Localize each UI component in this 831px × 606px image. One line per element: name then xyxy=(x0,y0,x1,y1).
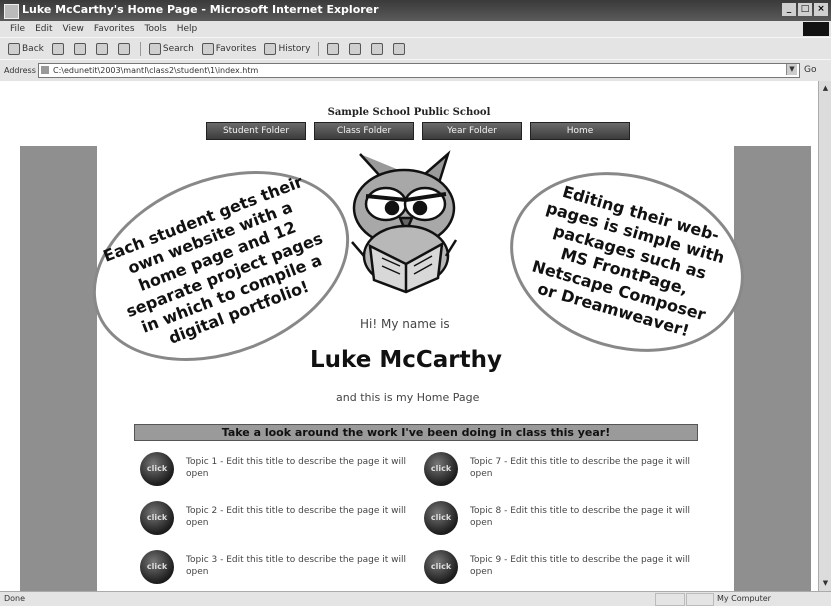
print-icon xyxy=(349,43,362,55)
address-bar: Address C:\edunetit\2003\mantl\class2\st… xyxy=(0,59,831,82)
scroll-down-icon[interactable]: ▼ xyxy=(820,578,831,589)
student-name: Luke McCarthy xyxy=(310,347,502,373)
work-banner: Take a look around the work I've been do… xyxy=(134,424,698,441)
minimize-button[interactable]: _ xyxy=(782,3,796,16)
back-arrow-icon xyxy=(8,43,20,55)
toolbar-separator xyxy=(139,42,141,56)
menu-bar: File Edit View Favorites Tools Help xyxy=(0,21,831,37)
callout-right-text: Editing their web-pages is simple with p… xyxy=(529,181,727,341)
nav-student-folder[interactable]: Student Folder xyxy=(206,122,306,140)
search-button[interactable]: Search xyxy=(148,43,194,55)
history-icon xyxy=(264,43,277,55)
standard-toolbar: Back Search Favorites History xyxy=(0,37,831,60)
status-text: Done xyxy=(4,594,26,603)
history-label: History xyxy=(278,44,311,54)
topic-title: Topic 2 - Edit this title to describe th… xyxy=(186,506,407,528)
school-name: Sample School Public School xyxy=(327,107,491,118)
topic-title: Topic 1 - Edit this title to describe th… xyxy=(186,457,407,479)
mail-icon xyxy=(327,43,340,55)
topic-disc-icon: click xyxy=(424,550,458,584)
left-gutter xyxy=(20,146,97,591)
menu-file[interactable]: File xyxy=(10,24,25,34)
topic-link-1[interactable]: click Topic 1 - Edit this title to descr… xyxy=(140,452,416,486)
address-label: Address xyxy=(4,66,36,75)
go-button[interactable]: Go xyxy=(804,65,816,75)
topic-disc-icon: click xyxy=(424,452,458,486)
edit-button[interactable] xyxy=(371,43,385,55)
owl-reading-book-icon xyxy=(351,150,458,294)
topic-link-3[interactable]: click Topic 3 - Edit this title to descr… xyxy=(140,550,416,584)
ie-app-icon xyxy=(4,4,19,19)
favorites-label: Favorites xyxy=(215,44,257,54)
topic-disc-icon: click xyxy=(140,501,174,535)
back-label: Back xyxy=(22,44,44,54)
favorites-icon xyxy=(201,43,214,55)
refresh-button[interactable] xyxy=(95,43,110,55)
topic-disc-icon: click xyxy=(140,452,174,486)
home-button[interactable] xyxy=(117,43,132,55)
vertical-scrollbar[interactable]: ▲ ▼ xyxy=(818,81,831,591)
right-gutter xyxy=(734,146,811,591)
favorites-button[interactable]: Favorites xyxy=(201,43,257,55)
topic-link-9[interactable]: click Topic 9 - Edit this title to descr… xyxy=(424,550,700,584)
topic-disc-icon: click xyxy=(424,501,458,535)
forward-button[interactable] xyxy=(51,43,66,55)
page-nav: Student Folder Class Folder Year Folder … xyxy=(206,122,630,140)
stop-button[interactable] xyxy=(73,43,88,55)
search-label: Search xyxy=(162,44,194,54)
nav-year-folder[interactable]: Year Folder xyxy=(422,122,522,140)
topic-title: Topic 7 - Edit this title to describe th… xyxy=(470,457,691,479)
status-cell xyxy=(686,593,714,606)
mail-button[interactable] xyxy=(327,43,341,55)
history-button[interactable]: History xyxy=(264,43,310,55)
window-title: Luke McCarthy's Home Page - Microsoft In… xyxy=(22,3,379,16)
discuss-button[interactable] xyxy=(393,43,407,55)
status-bar: Done My Computer xyxy=(0,591,831,606)
menu-favorites[interactable]: Favorites xyxy=(94,24,135,34)
topic-title: Topic 8 - Edit this title to describe th… xyxy=(470,506,691,528)
maximize-button[interactable]: □ xyxy=(798,3,812,16)
search-icon xyxy=(148,43,161,55)
forward-arrow-icon xyxy=(51,43,64,55)
menu-tools[interactable]: Tools xyxy=(145,24,167,34)
toolbar-separator xyxy=(318,42,320,56)
back-button[interactable]: Back xyxy=(8,43,44,55)
menu-edit[interactable]: Edit xyxy=(35,24,52,34)
page-icon xyxy=(41,66,49,74)
topic-link-2[interactable]: click Topic 2 - Edit this title to descr… xyxy=(140,501,416,535)
status-cell xyxy=(655,593,685,606)
nav-class-folder[interactable]: Class Folder xyxy=(314,122,414,140)
windows-logo-icon xyxy=(803,22,829,36)
greeting-text: Hi! My name is xyxy=(360,317,450,331)
edit-icon xyxy=(371,43,384,55)
address-input[interactable]: C:\edunetit\2003\mantl\class2\student\1\… xyxy=(38,63,800,78)
topic-link-7[interactable]: click Topic 7 - Edit this title to descr… xyxy=(424,452,700,486)
menu-help[interactable]: Help xyxy=(177,24,198,34)
topic-title: Topic 9 - Edit this title to describe th… xyxy=(470,555,691,577)
nav-home[interactable]: Home xyxy=(530,122,630,140)
scroll-up-icon[interactable]: ▲ xyxy=(820,83,831,94)
stop-icon xyxy=(73,43,86,55)
print-button[interactable] xyxy=(349,43,363,55)
menu-view[interactable]: View xyxy=(63,24,84,34)
address-url: C:\edunetit\2003\mantl\class2\student\1\… xyxy=(53,66,259,75)
home-icon xyxy=(117,43,130,55)
topic-title: Topic 3 - Edit this title to describe th… xyxy=(186,555,407,577)
tagline-text: and this is my Home Page xyxy=(336,391,480,404)
refresh-icon xyxy=(95,43,108,55)
discuss-icon xyxy=(393,43,406,55)
topic-disc-icon: click xyxy=(140,550,174,584)
topic-link-8[interactable]: click Topic 8 - Edit this title to descr… xyxy=(424,501,700,535)
address-dropdown-button[interactable]: ▼ xyxy=(786,64,797,75)
close-button[interactable]: × xyxy=(814,3,828,16)
window-titlebar: Luke McCarthy's Home Page - Microsoft In… xyxy=(0,0,831,21)
security-zone: My Computer xyxy=(717,594,771,603)
